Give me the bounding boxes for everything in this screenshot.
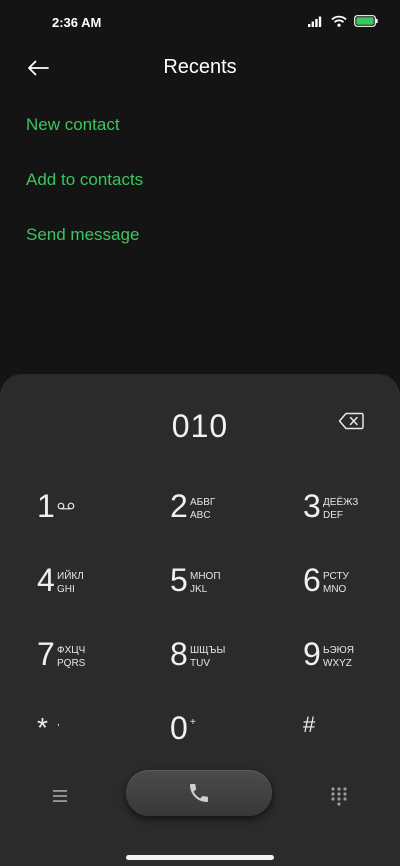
key-digit: 9 bbox=[303, 636, 321, 672]
signal-icon bbox=[308, 16, 322, 27]
key-letters-latin: ABC bbox=[190, 510, 211, 521]
key-digit: * bbox=[37, 712, 48, 743]
key-letters-latin: TUV bbox=[190, 658, 210, 669]
backspace-button[interactable] bbox=[338, 412, 368, 434]
key-5[interactable]: 5 МНОП JKL bbox=[170, 554, 280, 612]
key-digit: 2 bbox=[170, 488, 188, 524]
menu-button[interactable] bbox=[50, 788, 74, 808]
app-header: Recents bbox=[0, 44, 400, 94]
battery-icon bbox=[354, 15, 378, 27]
key-hash[interactable]: # bbox=[303, 702, 400, 760]
key-sub: + bbox=[190, 717, 196, 728]
menu-icon bbox=[53, 790, 67, 802]
key-6[interactable]: 6 РСТУ MNO bbox=[303, 554, 400, 612]
key-letters-latin: PQRS bbox=[57, 658, 86, 669]
key-sub: , bbox=[57, 717, 60, 728]
key-letters-latin: JKL bbox=[190, 584, 208, 595]
key-1[interactable]: 1 bbox=[37, 480, 147, 538]
key-letters: ЬЭЮЯ WXYZ bbox=[323, 644, 354, 670]
key-3[interactable]: 3 ДЕЁЖЗ DEF bbox=[303, 480, 400, 538]
key-letters-cyrillic: АБВГ bbox=[190, 497, 216, 508]
key-letters-latin: GHI bbox=[57, 584, 75, 595]
key-letters-latin: DEF bbox=[323, 510, 343, 521]
key-digit: 3 bbox=[303, 488, 321, 524]
key-4[interactable]: 4 ИЙКЛ GHI bbox=[37, 554, 147, 612]
key-letters: МНОП JKL bbox=[190, 570, 221, 596]
key-9[interactable]: 9 ЬЭЮЯ WXYZ bbox=[303, 628, 400, 686]
key-letters: ФХЦЧ PQRS bbox=[57, 644, 85, 670]
key-7[interactable]: 7 ФХЦЧ PQRS bbox=[37, 628, 147, 686]
key-letters-cyrillic: РСТУ bbox=[323, 571, 349, 582]
key-letters-cyrillic: ЬЭЮЯ bbox=[323, 645, 354, 656]
status-time: 2:36 AM bbox=[52, 15, 102, 30]
key-letters: РСТУ MNO bbox=[323, 570, 349, 596]
key-2[interactable]: 2 АБВГ ABC bbox=[170, 480, 280, 538]
call-button[interactable] bbox=[126, 770, 272, 816]
wifi-icon bbox=[331, 15, 347, 27]
keypad-icon bbox=[331, 787, 347, 806]
key-letters: ДЕЁЖЗ DEF bbox=[323, 496, 358, 522]
key-letters: АБВГ ABC bbox=[190, 496, 215, 522]
key-letters-cyrillic: ШЩЪЫ bbox=[190, 645, 226, 656]
status-icons bbox=[308, 15, 378, 27]
key-letters-latin: WXYZ bbox=[323, 658, 352, 669]
key-letters: ИЙКЛ GHI bbox=[57, 570, 84, 596]
key-letters-cyrillic: ФХЦЧ bbox=[57, 645, 86, 656]
backspace-icon bbox=[338, 412, 364, 430]
key-letters-cyrillic: ДЕЁЖЗ bbox=[323, 497, 359, 508]
key-digit: # bbox=[303, 712, 316, 737]
key-letters-cyrillic: МНОП bbox=[190, 571, 221, 582]
keypad-toggle-button[interactable] bbox=[330, 786, 348, 806]
key-8[interactable]: 8 ШЩЪЫ TUV bbox=[170, 628, 280, 686]
home-indicator[interactable] bbox=[126, 855, 274, 860]
key-digit: 4 bbox=[37, 562, 55, 598]
voicemail-icon bbox=[57, 502, 75, 510]
add-to-contacts-link[interactable]: Add to contacts bbox=[26, 170, 143, 190]
key-digit: 7 bbox=[37, 636, 55, 672]
status-bar: 2:36 AM bbox=[0, 0, 400, 44]
key-digit: 0 bbox=[170, 710, 188, 746]
key-digit: 6 bbox=[303, 562, 321, 598]
key-digit: 5 bbox=[170, 562, 188, 598]
key-star[interactable]: * , bbox=[37, 702, 147, 760]
key-letters: ШЩЪЫ TUV bbox=[190, 644, 225, 670]
key-letters-cyrillic: ИЙКЛ bbox=[57, 571, 84, 582]
key-letters-latin: MNO bbox=[323, 584, 347, 595]
dialer-panel: 010 1 2 АБВГ ABC 3 ДЕЁЖЗ DEF 4 ИЙКЛ GHI 5 М… bbox=[0, 374, 400, 866]
key-digit: 1 bbox=[37, 488, 55, 524]
send-message-link[interactable]: Send message bbox=[26, 225, 139, 245]
key-digit: 8 bbox=[170, 636, 188, 672]
page-title: Recents bbox=[163, 56, 237, 78]
key-0[interactable]: 0 + bbox=[170, 702, 280, 760]
new-contact-link[interactable]: New contact bbox=[26, 115, 120, 135]
phone-icon bbox=[190, 784, 208, 802]
